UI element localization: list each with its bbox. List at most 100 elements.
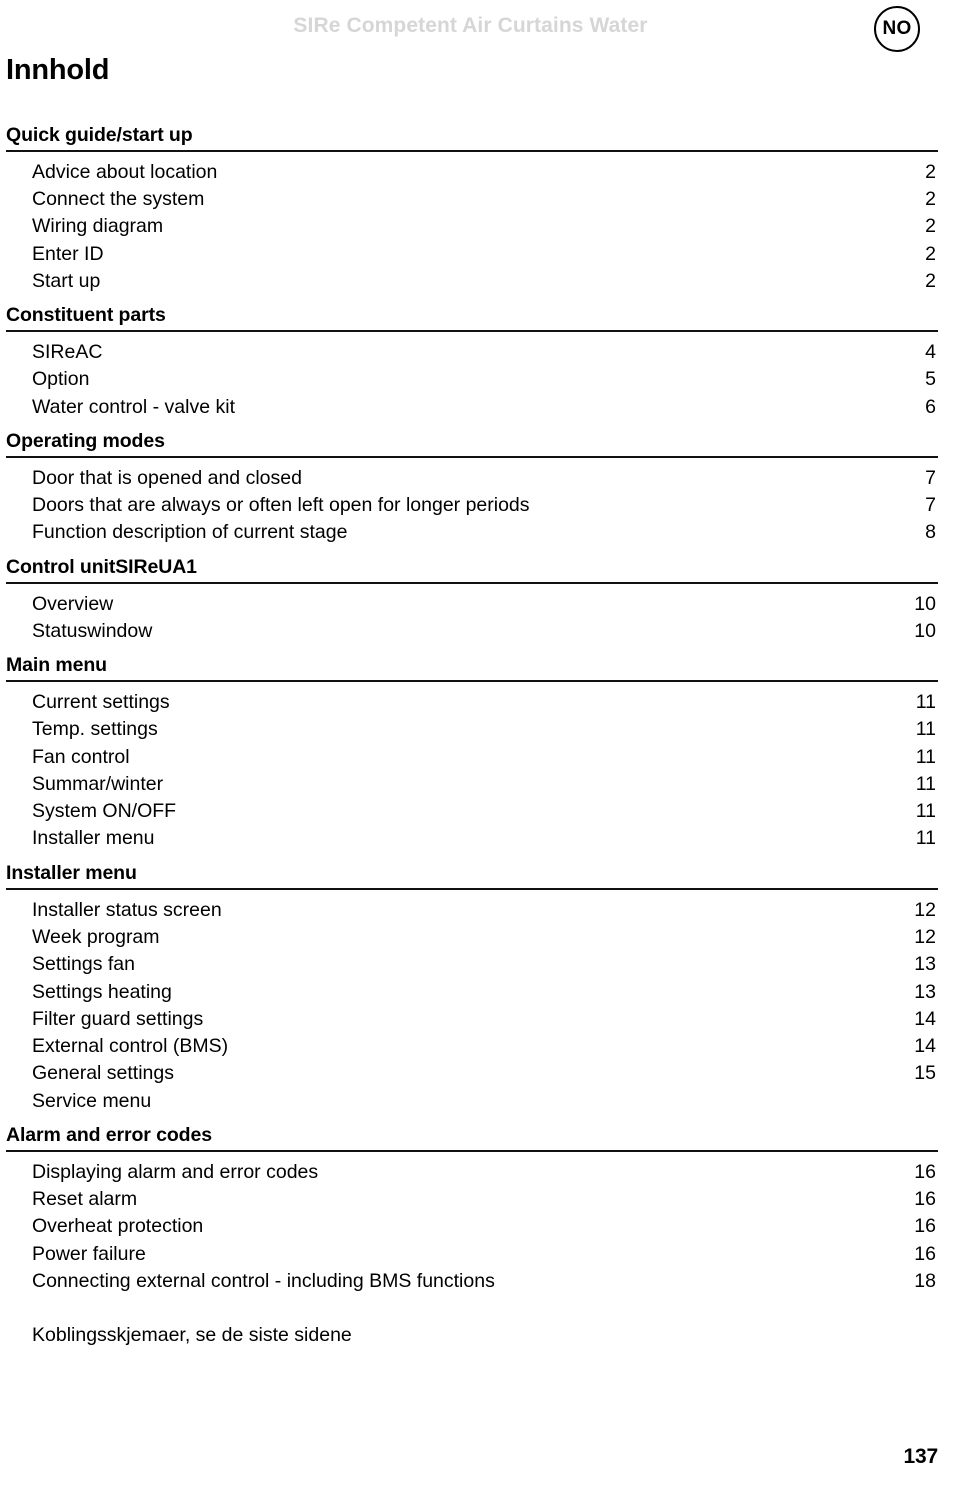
toc-entry-label: Advice about location: [32, 160, 218, 183]
toc-entry-label: Function description of current stage: [32, 521, 348, 544]
toc-entry-page-number: 16: [914, 1160, 936, 1183]
toc-entry[interactable]: General settings 15: [32, 1060, 938, 1087]
toc-entry-label: Installer status screen: [32, 898, 222, 921]
toc-entry[interactable]: Power failure 16: [32, 1241, 938, 1268]
toc-entry[interactable]: Current settings 11: [32, 689, 938, 716]
toc-section: Installer menu Installer status screen 12 W…: [3, 862, 938, 1125]
toc-entry-label: Connect the system: [32, 188, 205, 211]
toc-entry[interactable]: Reset alarm 16: [32, 1186, 938, 1213]
toc-entry-page-number: 7: [925, 466, 936, 489]
toc-entry-label: General settings: [32, 1062, 174, 1085]
toc-section-header: Operating modes: [6, 430, 165, 453]
document-page: SIRe Competent Air Curtains Water NO Inn…: [0, 0, 960, 1487]
toc-entry[interactable]: Filter guard settings 14: [32, 1006, 938, 1033]
language-badge: NO: [874, 6, 920, 52]
toc-entry-label: External control (BMS): [32, 1035, 229, 1058]
page-title: Innhold: [6, 54, 110, 86]
toc-entry[interactable]: Settings heating 13: [32, 979, 938, 1006]
toc-entry[interactable]: Overview 10: [32, 591, 938, 618]
toc-entry[interactable]: Advice about location 2: [32, 159, 938, 186]
footer-page-number: 137: [903, 1445, 939, 1468]
section-divider: [6, 887, 938, 890]
toc-entry-page-number: 13: [914, 953, 936, 976]
toc-entry-label: Filter guard settings: [32, 1007, 204, 1030]
toc-section-header: Alarm and error codes: [6, 1123, 212, 1146]
toc-entry-page-number: 11: [915, 691, 936, 713]
toc-entry-page-number: 11: [915, 827, 936, 850]
toc-entry-list: Installer status screen 12 Week program 12 S…: [3, 897, 938, 1115]
toc-entry[interactable]: Displaying alarm and error codes 16: [32, 1159, 938, 1186]
toc-entry-label: System ON/OFF: [32, 800, 177, 823]
toc-entry[interactable]: Installer status screen 12: [32, 897, 938, 924]
toc-entry[interactable]: SIReAC 4: [32, 339, 938, 366]
toc-entry-page-number: 14: [914, 1035, 936, 1058]
toc-section: Constituent parts SIReAC 4 Option 5 Water con…: [3, 304, 938, 431]
section-divider: [6, 149, 938, 152]
toc-entry-page-number: 2: [925, 160, 936, 183]
toc-entry-label: Doors that are always or often left open…: [32, 494, 530, 517]
toc-entry-label: Fan control: [32, 745, 130, 768]
toc-entry[interactable]: Wiring diagram 2: [32, 213, 938, 240]
toc-closing-note: Koblingsskjemaer, se de siste sidene: [32, 1324, 352, 1347]
toc-entry-label: Settings fan: [32, 953, 135, 976]
toc-entry-list: SIReAC 4 Option 5 Water control - valve kit 6: [3, 339, 938, 421]
toc-entry[interactable]: Enter ID 2: [32, 241, 938, 268]
toc-entry-label: Connecting external control - including …: [32, 1270, 495, 1292]
toc-section: Main menu Current settings 11 Temp. setting…: [3, 654, 938, 863]
toc-entry-label: Water control - valve kit: [32, 395, 235, 418]
toc-entry-list: Door that is opened and closed 7 Doors tha…: [3, 465, 938, 547]
toc-entry[interactable]: Fan control 11: [32, 744, 938, 771]
toc-section-header: Quick guide/start up: [6, 124, 193, 146]
toc-entry[interactable]: Door that is opened and closed 7: [32, 465, 938, 492]
toc-entry[interactable]: Overheat protection 16: [32, 1213, 938, 1240]
toc-entry[interactable]: Option 5: [32, 366, 938, 393]
toc-entry-page-number: 11: [915, 800, 936, 823]
toc-entry[interactable]: Water control - valve kit 6: [32, 394, 938, 421]
toc-entry-page-number: 11: [915, 772, 936, 795]
toc-entry-page-number: 15: [914, 1062, 936, 1085]
toc-entry[interactable]: Settings fan 13: [32, 951, 938, 978]
toc-entry-page-number: 11: [915, 745, 936, 768]
page-header: SIRe Competent Air Curtains Water NO: [3, 0, 938, 52]
toc-entry[interactable]: Connect the system 2: [32, 186, 938, 213]
toc-entry-label: Service menu: [32, 1089, 152, 1112]
toc-entry-page-number: 2: [925, 270, 936, 293]
toc-entry[interactable]: Function description of current stage 8: [32, 519, 938, 546]
section-divider: [6, 330, 938, 333]
section-divider: [6, 680, 938, 682]
toc-entry[interactable]: Temp. settings 11: [32, 716, 938, 743]
toc-entry-label: Start up: [32, 270, 101, 293]
toc-entry-page-number: 11: [915, 718, 936, 741]
document-title: SIRe Competent Air Curtains Water: [293, 14, 648, 37]
toc-entry-page-number: 4: [925, 341, 936, 364]
toc-entry[interactable]: Summar/winter 11: [32, 771, 938, 798]
toc-entry[interactable]: Installer menu 11: [32, 825, 938, 852]
toc-entry[interactable]: Doors that are always or often left open…: [32, 492, 938, 519]
toc-entry[interactable]: System ON/OFF 11: [32, 798, 938, 825]
toc-entry[interactable]: Connecting external control - including …: [32, 1268, 938, 1295]
toc-section-header: Main menu: [6, 654, 107, 677]
toc-entry-label: Current settings: [32, 691, 170, 713]
toc-entry-label: Statuswindow: [32, 619, 153, 642]
toc-entry-page-number: 2: [925, 188, 936, 211]
toc-entry-label: Week program: [32, 925, 160, 948]
toc-entry-label: Installer menu: [32, 827, 155, 850]
toc-entry-page-number: 16: [914, 1242, 936, 1265]
section-divider: [6, 581, 938, 584]
toc-section: Alarm and error codes Displaying alarm an…: [3, 1123, 938, 1295]
toc-entry-page-number: 16: [914, 1215, 936, 1238]
toc-entry-page-number: 10: [914, 619, 936, 642]
toc-entry[interactable]: Service menu: [32, 1088, 938, 1115]
toc-entry-page-number: 18: [914, 1270, 936, 1292]
toc-entry[interactable]: Statuswindow 10: [32, 618, 938, 645]
toc-entry-page-number: 8: [925, 521, 936, 544]
toc-entry-label: Displaying alarm and error codes: [32, 1160, 319, 1183]
toc-entry[interactable]: External control (BMS) 14: [32, 1033, 938, 1060]
toc-entry-page-number: 5: [925, 368, 936, 391]
toc-entry-label: Summar/winter: [32, 772, 164, 795]
toc-entry-label: Door that is opened and closed: [32, 466, 302, 489]
toc-entry[interactable]: Week program 12: [32, 924, 938, 951]
toc-entry[interactable]: Start up 2: [32, 268, 938, 295]
table-of-contents: Quick guide/start up Advice about locatio…: [3, 124, 938, 1350]
